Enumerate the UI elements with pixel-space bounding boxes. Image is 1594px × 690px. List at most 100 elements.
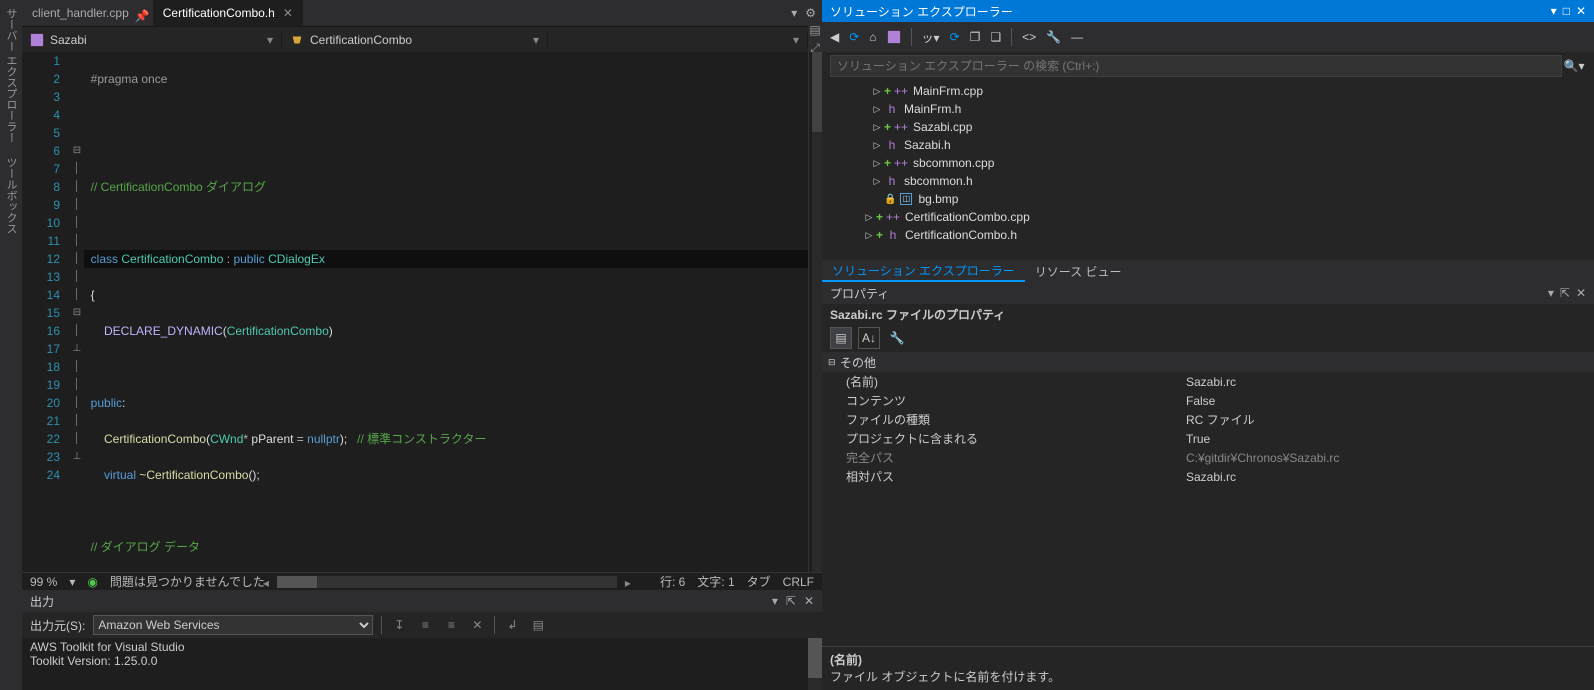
expand-icon[interactable]: ▷: [870, 104, 884, 115]
expand-icon[interactable]: ▷: [862, 212, 876, 223]
tab-client-handler[interactable]: client_handler.cpp 📌: [22, 0, 153, 26]
prop-value[interactable]: False: [1186, 394, 1594, 408]
right-pane: ソリューション エクスプローラー ▾ □ ✕ ◀ ⟳ ⌂ ッ▾ ⟳ ❐ ❏ <>…: [822, 0, 1594, 690]
vertical-scrollbar[interactable]: [808, 52, 822, 572]
added-icon: +: [884, 156, 891, 170]
horizontal-scrollbar[interactable]: ◂▸: [277, 576, 617, 588]
close-icon[interactable]: ✕: [1576, 286, 1586, 300]
close-icon[interactable]: ✕: [1576, 4, 1586, 18]
back-icon[interactable]: ◀: [830, 30, 839, 44]
code-icon[interactable]: <>: [1022, 30, 1036, 44]
expand-icon[interactable]: ▷: [870, 140, 884, 151]
forward-icon[interactable]: ⟳: [849, 30, 859, 44]
prop-key: 相対パス: [846, 468, 1186, 485]
lock-icon: 🔒: [884, 194, 896, 205]
scope-dropdown[interactable]: Sazabi ▾: [22, 33, 282, 47]
close-icon[interactable]: ✕: [283, 6, 293, 20]
filter-icon[interactable]: ッ▾: [922, 29, 940, 46]
expand-icon[interactable]: ▷: [870, 176, 884, 187]
property-pages-icon[interactable]: 🔧: [886, 327, 908, 349]
zoom-dropdown-icon[interactable]: ▾: [69, 575, 75, 589]
tab-label: client_handler.cpp: [32, 6, 129, 20]
home-icon[interactable]: ⌂: [869, 30, 876, 44]
pin-icon[interactable]: ⇱: [1560, 286, 1570, 300]
prop-key: ファイルの種類: [846, 411, 1186, 428]
panel-dropdown-icon[interactable]: ▾: [1551, 4, 1557, 18]
sync-icon[interactable]: ⟳: [950, 30, 960, 44]
search-icon[interactable]: 🔍▾: [1562, 59, 1586, 73]
prop-value[interactable]: Sazabi.rc: [1186, 375, 1594, 389]
prop-value[interactable]: True: [1186, 432, 1594, 446]
tree-item[interactable]: 🔒◫bg.bmp: [822, 190, 1594, 208]
eol-mode[interactable]: CRLF: [783, 575, 814, 589]
goto-message-icon[interactable]: ↧: [390, 616, 408, 634]
prop-row[interactable]: 完全パスC:¥gitdir¥Chronos¥Sazabi.rc: [822, 448, 1594, 467]
properties-grid[interactable]: ⊟その他 (名前)Sazabi.rcコンテンツFalseファイルの種類RC ファ…: [822, 352, 1594, 499]
prev-icon[interactable]: ≡: [416, 616, 434, 634]
tree-item-label: MainFrm.cpp: [913, 84, 983, 98]
code-editor[interactable]: 123456789101112131415161718192021222324 …: [22, 52, 822, 572]
show-all-icon[interactable]: ❏: [990, 30, 1001, 44]
tree-item[interactable]: ▷+hCertificationCombo.h: [822, 226, 1594, 244]
prop-value[interactable]: RC ファイル: [1186, 411, 1594, 428]
expand-icon[interactable]: ▷: [870, 122, 884, 133]
output-source-select[interactable]: Amazon Web Services: [93, 615, 373, 635]
tree-item[interactable]: ▷+++MainFrm.cpp: [822, 82, 1594, 100]
prop-value[interactable]: Sazabi.rc: [1186, 470, 1594, 484]
member-dropdown[interactable]: ▾: [548, 33, 808, 47]
expand-icon[interactable]: ▷: [870, 86, 884, 97]
fold-gutter[interactable]: ⊟││││││││⊟│⊥│││││⊥: [70, 52, 84, 572]
expand-icon[interactable]: ▷: [870, 158, 884, 169]
prop-row[interactable]: コンテンツFalse: [822, 391, 1594, 410]
alphabetic-icon[interactable]: A↓: [858, 327, 880, 349]
pin-icon[interactable]: □: [1563, 4, 1570, 18]
indent-mode[interactable]: タブ: [747, 573, 771, 590]
prop-row[interactable]: (名前)Sazabi.rc: [822, 372, 1594, 391]
tree-item[interactable]: ▷hsbcommon.h: [822, 172, 1594, 190]
wrap-icon[interactable]: ↲: [503, 616, 521, 634]
preview-icon[interactable]: —: [1071, 30, 1083, 44]
tab-solution-explorer[interactable]: ソリューション エクスプローラー: [822, 260, 1025, 282]
tree-item[interactable]: ▷hMainFrm.h: [822, 100, 1594, 118]
pin-icon[interactable]: ⇱: [786, 594, 796, 608]
zoom-level[interactable]: 99 %: [30, 575, 57, 589]
prop-row[interactable]: 相対パスSazabi.rc: [822, 467, 1594, 486]
code-body[interactable]: #pragma once // CertificationCombo ダイアログ…: [84, 52, 808, 572]
cpp-file-icon: ++: [893, 120, 909, 134]
expand-icon[interactable]: ▷: [862, 230, 876, 241]
tabs-dropdown-icon[interactable]: ▾: [791, 6, 797, 20]
categorized-icon[interactable]: ▤: [830, 327, 852, 349]
panel-dropdown-icon[interactable]: ▾: [772, 594, 778, 608]
switch-view-icon[interactable]: [887, 30, 901, 44]
tree-item[interactable]: ▷hSazabi.h: [822, 136, 1594, 154]
pin-icon[interactable]: 📌: [135, 9, 143, 17]
properties-icon[interactable]: 🔧: [1046, 30, 1061, 44]
settings-icon[interactable]: ▤: [529, 616, 547, 634]
type-dropdown[interactable]: CertificationCombo ▾: [282, 33, 548, 47]
tree-item[interactable]: ▷+++CertificationCombo.cpp: [822, 208, 1594, 226]
tree-item[interactable]: ▷+++Sazabi.cpp: [822, 118, 1594, 136]
output-scrollbar[interactable]: [808, 638, 822, 690]
solution-tree[interactable]: ▷+++MainFrm.cpp▷hMainFrm.h▷+++Sazabi.cpp…: [822, 80, 1594, 260]
solution-explorer-search: 🔍▾: [822, 52, 1594, 80]
toolbox-tab[interactable]: ツールボックス: [3, 153, 19, 238]
tab-certificationcombo-h[interactable]: CertificationCombo.h ✕: [153, 0, 303, 26]
clear-icon[interactable]: ✕: [468, 616, 486, 634]
prop-row[interactable]: プロジェクトに含まれるTrue: [822, 429, 1594, 448]
close-icon[interactable]: ✕: [804, 594, 814, 608]
server-explorer-tab[interactable]: サーバー エクスプローラー: [3, 4, 19, 147]
panel-dropdown-icon[interactable]: ▾: [1548, 286, 1554, 300]
next-icon[interactable]: ≡: [442, 616, 460, 634]
prop-value[interactable]: C:¥gitdir¥Chronos¥Sazabi.rc: [1186, 451, 1594, 465]
tab-resource-view[interactable]: リソース ビュー: [1025, 260, 1132, 282]
collapse-icon[interactable]: ❐: [970, 30, 981, 44]
prop-key: 完全パス: [846, 449, 1186, 466]
prop-row[interactable]: ファイルの種類RC ファイル: [822, 410, 1594, 429]
cursor-col: 文字: 1: [697, 573, 734, 590]
search-input[interactable]: [830, 55, 1562, 77]
prop-category[interactable]: ⊟その他: [822, 352, 1594, 372]
tree-item[interactable]: ▷+++sbcommon.cpp: [822, 154, 1594, 172]
output-body[interactable]: AWS Toolkit for Visual Studio Toolkit Ve…: [22, 638, 822, 690]
tool-settings-icon[interactable]: ⚙: [805, 6, 816, 20]
tree-item-label: CertificationCombo.cpp: [905, 210, 1030, 224]
